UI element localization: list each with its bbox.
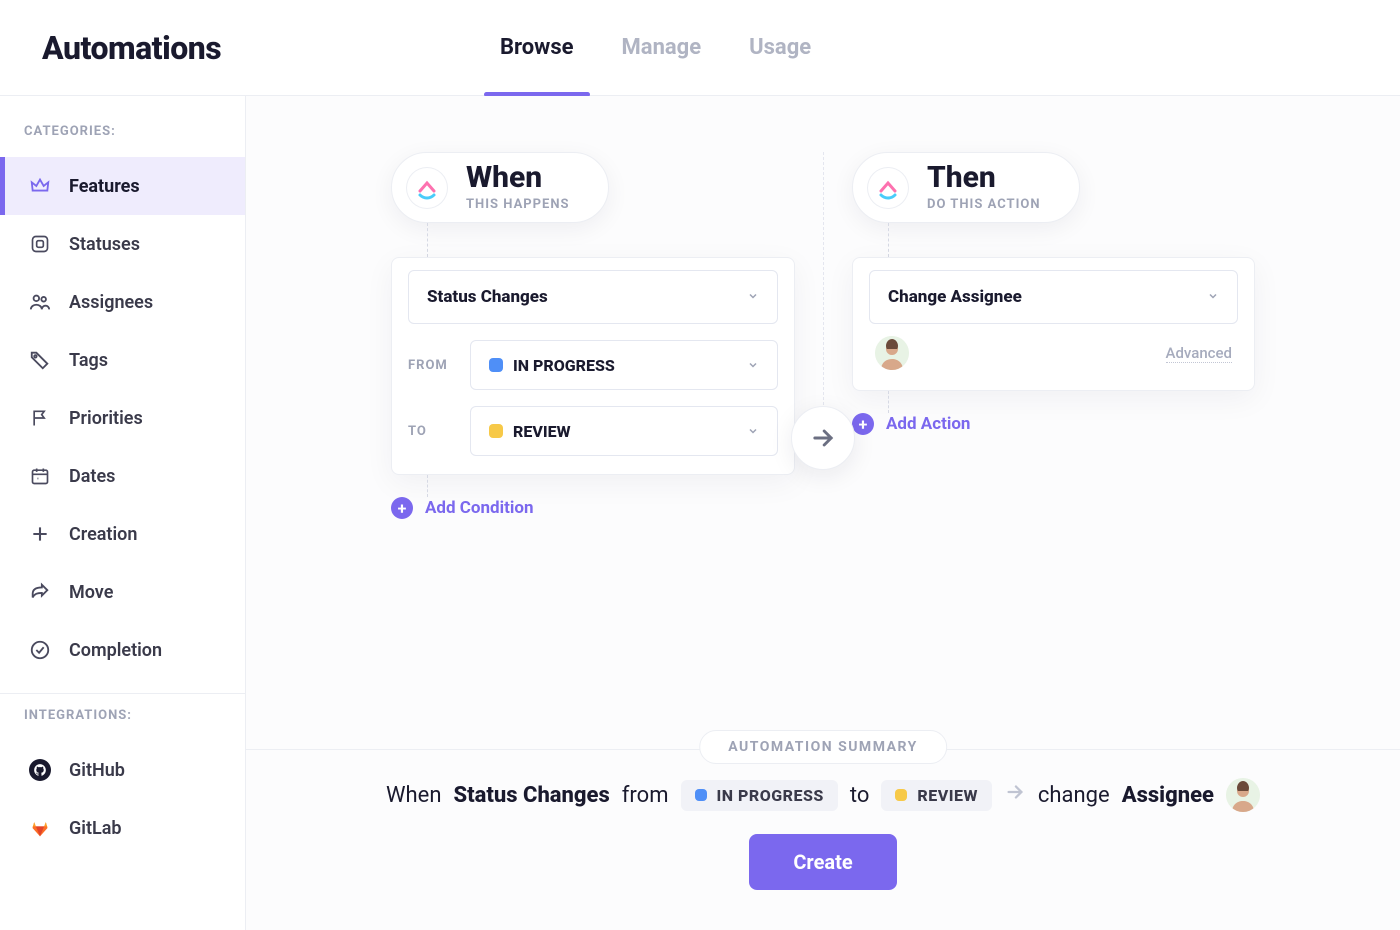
sidebar-item-statuses[interactable]: Statuses xyxy=(0,215,245,273)
share-icon xyxy=(29,581,51,603)
sidebar-item-move[interactable]: Move xyxy=(0,563,245,621)
from-label: FROM xyxy=(408,358,456,373)
from-status-select[interactable]: IN PROGRESS xyxy=(470,340,778,390)
trigger-select-label: Status Changes xyxy=(427,287,548,307)
tag-icon xyxy=(29,349,51,371)
arrow-right-icon xyxy=(809,424,837,452)
tab-browse[interactable]: Browse xyxy=(500,0,574,96)
crown-icon xyxy=(29,175,51,197)
summary-word-when: When xyxy=(386,783,441,808)
add-condition-button[interactable]: + Add Condition xyxy=(391,497,533,519)
sidebar-item-label: Assignees xyxy=(69,292,153,313)
summary-word-assignee: Assignee xyxy=(1122,783,1214,808)
summary-panel: AUTOMATION SUMMARY When Status Changes f… xyxy=(246,749,1400,930)
add-action-label: Add Action xyxy=(886,414,970,434)
sidebar-item-label: Move xyxy=(69,582,113,603)
then-title: Then xyxy=(927,163,1041,193)
then-lane: Then DO THIS ACTION Change Assignee Adva… xyxy=(823,152,1283,435)
summary-chip-review: REVIEW xyxy=(881,780,992,811)
clickup-logo-icon xyxy=(406,167,448,209)
flag-icon xyxy=(29,407,51,429)
status-swatch-review xyxy=(489,424,503,438)
tab-manage[interactable]: Manage xyxy=(622,0,702,96)
square-icon xyxy=(29,233,51,255)
sidebar-item-label: Completion xyxy=(69,640,162,661)
sidebar-item-features[interactable]: Features xyxy=(0,157,245,215)
create-button[interactable]: Create xyxy=(749,834,896,890)
then-header: Then DO THIS ACTION xyxy=(852,152,1080,223)
calendar-icon xyxy=(29,465,51,487)
sidebar-item-dates[interactable]: Dates xyxy=(0,447,245,505)
add-action-button[interactable]: + Add Action xyxy=(852,413,970,435)
from-status-value: IN PROGRESS xyxy=(513,356,615,375)
plus-circle-icon: + xyxy=(391,497,413,519)
sidebar-item-label: Features xyxy=(69,176,140,197)
page-title: Automations xyxy=(0,29,246,67)
sidebar-item-priorities[interactable]: Priorities xyxy=(0,389,245,447)
sidebar-item-label: Dates xyxy=(69,466,115,487)
plus-circle-icon: + xyxy=(852,413,874,435)
action-select[interactable]: Change Assignee xyxy=(869,270,1238,324)
summary-badge: AUTOMATION SUMMARY xyxy=(699,730,947,764)
tabs-bar: Browse Manage Usage xyxy=(246,0,1400,96)
to-label: TO xyxy=(408,424,456,439)
summary-assignee-avatar xyxy=(1226,778,1260,812)
status-swatch-in-progress xyxy=(489,358,503,372)
plus-icon xyxy=(29,523,51,545)
check-icon xyxy=(29,639,51,661)
summary-word-trigger: Status Changes xyxy=(453,783,609,808)
github-icon xyxy=(29,759,51,781)
sidebar-item-completion[interactable]: Completion xyxy=(0,621,245,679)
gitlab-icon xyxy=(29,817,51,839)
to-status-select[interactable]: REVIEW xyxy=(470,406,778,456)
when-lane: When THIS HAPPENS Status Changes FROM xyxy=(363,152,823,519)
sidebar-item-label: GitLab xyxy=(69,818,122,839)
advanced-link[interactable]: Advanced xyxy=(1166,344,1232,363)
when-header: When THIS HAPPENS xyxy=(391,152,609,223)
tab-usage[interactable]: Usage xyxy=(749,0,811,96)
arrow-right-icon xyxy=(1004,781,1026,809)
to-status-value: REVIEW xyxy=(513,422,571,441)
chevron-down-icon xyxy=(747,422,759,441)
sidebar-item-github[interactable]: GitHub xyxy=(0,741,245,799)
sidebar-item-label: Creation xyxy=(69,524,137,545)
sidebar-categories-title: CATEGORIES: xyxy=(0,124,245,157)
add-condition-label: Add Condition xyxy=(425,498,533,518)
sidebar-item-assignees[interactable]: Assignees xyxy=(0,273,245,331)
then-subtitle: DO THIS ACTION xyxy=(927,197,1041,212)
trigger-select[interactable]: Status Changes xyxy=(408,270,778,324)
trigger-card: Status Changes FROM IN PROGRESS xyxy=(391,257,795,475)
summary-sentence: When Status Changes from IN PROGRESS to … xyxy=(286,778,1360,812)
summary-word-change: change xyxy=(1038,783,1110,808)
chevron-down-icon xyxy=(747,356,759,375)
sidebar: CATEGORIES: Features Statuses Assignees … xyxy=(0,96,246,930)
sidebar-item-label: Priorities xyxy=(69,408,143,429)
when-title: When xyxy=(466,163,570,193)
chevron-down-icon xyxy=(747,287,759,307)
summary-word-from: from xyxy=(622,783,669,808)
sidebar-item-label: Statuses xyxy=(69,234,140,255)
assignee-avatar[interactable] xyxy=(875,336,909,370)
summary-word-to: to xyxy=(850,783,870,808)
summary-chip-in-progress: IN PROGRESS xyxy=(681,780,838,811)
sidebar-integrations-title: INTEGRATIONS: xyxy=(0,708,245,741)
sidebar-item-label: Tags xyxy=(69,350,108,371)
sidebar-item-tags[interactable]: Tags xyxy=(0,331,245,389)
action-select-label: Change Assignee xyxy=(888,287,1022,307)
action-card: Change Assignee Advanced xyxy=(852,257,1255,391)
sidebar-item-label: GitHub xyxy=(69,760,125,781)
people-icon xyxy=(29,291,51,313)
clickup-logo-icon xyxy=(867,167,909,209)
chevron-down-icon xyxy=(1207,287,1219,307)
sidebar-item-gitlab[interactable]: GitLab xyxy=(0,799,245,857)
arrow-connector xyxy=(791,406,855,470)
sidebar-item-creation[interactable]: Creation xyxy=(0,505,245,563)
main: When THIS HAPPENS Status Changes FROM xyxy=(246,96,1400,930)
when-subtitle: THIS HAPPENS xyxy=(466,197,570,212)
